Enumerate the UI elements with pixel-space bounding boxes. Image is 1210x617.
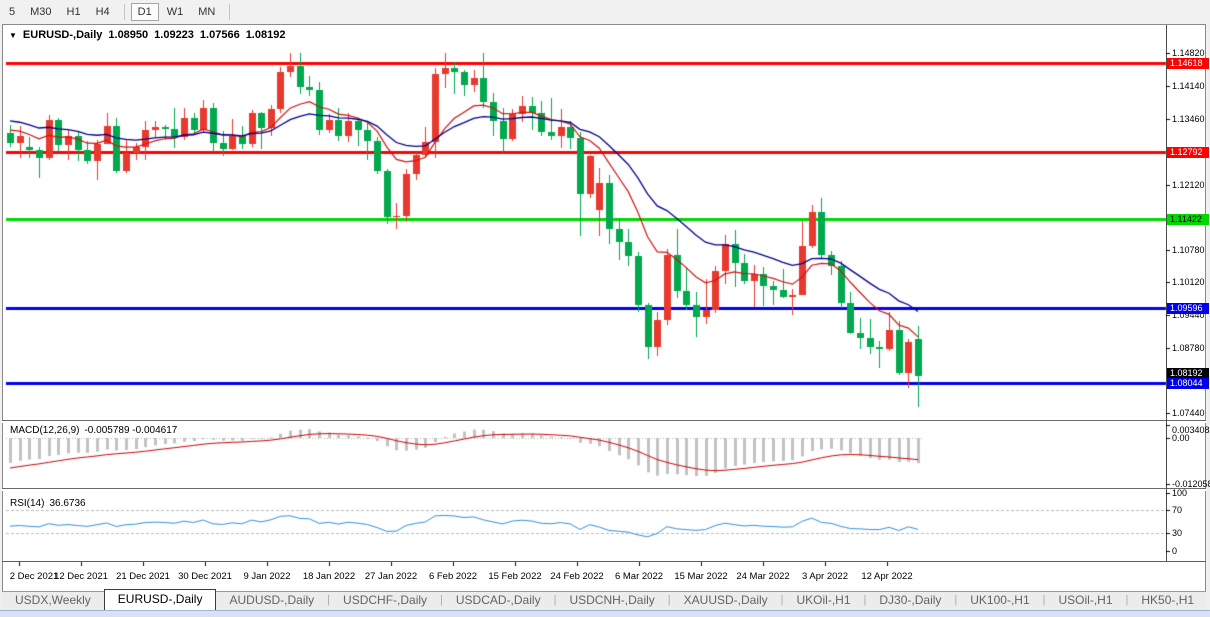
price-line-label: 1.12792	[1167, 147, 1209, 158]
tab-usoil-h1[interactable]: USOil-,H1	[1046, 591, 1126, 610]
rsi-name: RSI(14)	[10, 498, 44, 509]
status-strip	[0, 610, 1210, 617]
date-axis-label: 12 Dec 2021	[49, 571, 113, 582]
chart-title-close: 1.08192	[246, 29, 286, 41]
price-axis-tick-label: 1.14140	[1172, 81, 1205, 91]
chart-title-symbol: EURUSD-,Daily	[23, 29, 102, 41]
tab-eurusd-daily[interactable]: EURUSD-,Daily	[104, 589, 217, 610]
macd-values: -0.005789 -0.004617	[84, 425, 177, 436]
tab-dj30-daily[interactable]: DJ30-,Daily	[866, 591, 954, 610]
chart-title-low: 1.07566	[200, 29, 240, 41]
date-axis-label: 18 Jan 2022	[297, 571, 361, 582]
price-line-label: 1.11422	[1167, 214, 1209, 225]
price-line-label: 1.09596	[1167, 303, 1209, 314]
chart-title: ▼ EURUSD-,Daily 1.08950 1.09223 1.07566 …	[9, 29, 285, 41]
timeframe-button-w1[interactable]: W1	[160, 3, 191, 21]
date-axis-label: 27 Jan 2022	[359, 571, 423, 582]
price-axis-tick-label: 1.10780	[1172, 245, 1205, 255]
tab-hk50-h1[interactable]: HK50-,H1	[1128, 591, 1207, 610]
rsi-indicator-label: RSI(14) 36.6736	[10, 498, 91, 509]
date-axis-label: 15 Mar 2022	[669, 571, 733, 582]
toolbar-separator	[124, 4, 125, 20]
timeframe-button-mn[interactable]: MN	[191, 3, 222, 21]
chart-window	[2, 24, 1206, 610]
tab-audusd-daily[interactable]: AUDUSD-,Daily	[216, 591, 327, 610]
macd-indicator-label: MACD(12,26,9) -0.005789 -0.004617	[10, 425, 182, 436]
date-axis-label: 24 Mar 2022	[731, 571, 795, 582]
price-axis-tick-label: 1.12120	[1172, 180, 1205, 190]
macd-name: MACD(12,26,9)	[10, 425, 79, 436]
macd-axis-label: 0.00	[1172, 433, 1190, 443]
date-axis-label: 9 Jan 2022	[235, 571, 299, 582]
price-axis-tick-label: 1.14820	[1172, 48, 1205, 58]
timeframe-button-d1[interactable]: D1	[131, 3, 159, 21]
date-axis-label: 24 Feb 2022	[545, 571, 609, 582]
rsi-axis-label: 100	[1172, 488, 1187, 498]
price-line-label: 1.14618	[1167, 58, 1209, 69]
date-axis-label: 12 Apr 2022	[855, 571, 919, 582]
symbol-dropdown-arrow-icon[interactable]: ▼	[9, 31, 17, 40]
rsi-axis-label: 70	[1172, 505, 1182, 515]
chart-title-open: 1.08950	[108, 29, 148, 41]
price-line-label: 1.08044	[1167, 378, 1209, 389]
tab-uk100-h1[interactable]: UK100-,H1	[957, 591, 1042, 610]
rsi-axis-label: 0	[1172, 546, 1177, 556]
tab-usdcnh-daily[interactable]: USDCNH-,Daily	[556, 591, 667, 610]
timeframe-button-h1[interactable]: H1	[60, 3, 88, 21]
trading-terminal: 5M30H1H4 D1W1MN ▼ EURUSD-,Daily 1.08950 1…	[0, 0, 1210, 617]
panel-separator-macd[interactable]	[2, 420, 1206, 423]
date-axis-label: 3 Apr 2022	[793, 571, 857, 582]
price-axis-tick-label: 1.10120	[1172, 277, 1205, 287]
price-axis[interactable]: 1.14820 1.14140 1.13460 1.12120 1.10780 1.101…	[1166, 24, 1210, 561]
date-axis-label: 6 Feb 2022	[421, 571, 485, 582]
chart-tab-bar: USDX,WeeklyEURUSD-,DailyAUDUSD-,Daily|US…	[2, 591, 1206, 610]
timeframe-toolbar: 5M30H1H4 D1W1MN	[0, 0, 1210, 23]
tab-usdx-weekly[interactable]: USDX,Weekly	[2, 591, 104, 610]
timeframe-button-m30[interactable]: M30	[23, 3, 58, 21]
date-axis-label: 21 Dec 2021	[111, 571, 175, 582]
date-axis-label: 15 Feb 2022	[483, 571, 547, 582]
panel-separator-rsi[interactable]	[2, 488, 1206, 491]
tab-usdcad-daily[interactable]: USDCAD-,Daily	[443, 591, 554, 610]
rsi-axis-label: 30	[1172, 528, 1182, 538]
price-axis-tick-label: 1.08780	[1172, 343, 1205, 353]
price-axis-tick-label: 1.13460	[1172, 114, 1205, 124]
date-axis-label: 6 Mar 2022	[607, 571, 671, 582]
timeframe-button-5[interactable]: 5	[2, 3, 22, 21]
tab-xauusd-daily[interactable]: XAUUSD-,Daily	[671, 591, 781, 610]
date-axis-label: 30 Dec 2021	[173, 571, 237, 582]
toolbar-separator	[229, 4, 230, 20]
rsi-value: 36.6736	[49, 498, 85, 509]
price-axis-tick-label: 1.07440	[1172, 408, 1205, 418]
chart-title-high: 1.09223	[154, 29, 194, 41]
timeframe-button-h4[interactable]: H4	[89, 3, 117, 21]
tab-ukoil-h1[interactable]: UKOil-,H1	[784, 591, 864, 610]
tab-usdchf-daily[interactable]: USDCHF-,Daily	[330, 591, 440, 610]
time-axis[interactable]: 2 Dec 202112 Dec 202121 Dec 202130 Dec 2…	[2, 561, 1206, 592]
